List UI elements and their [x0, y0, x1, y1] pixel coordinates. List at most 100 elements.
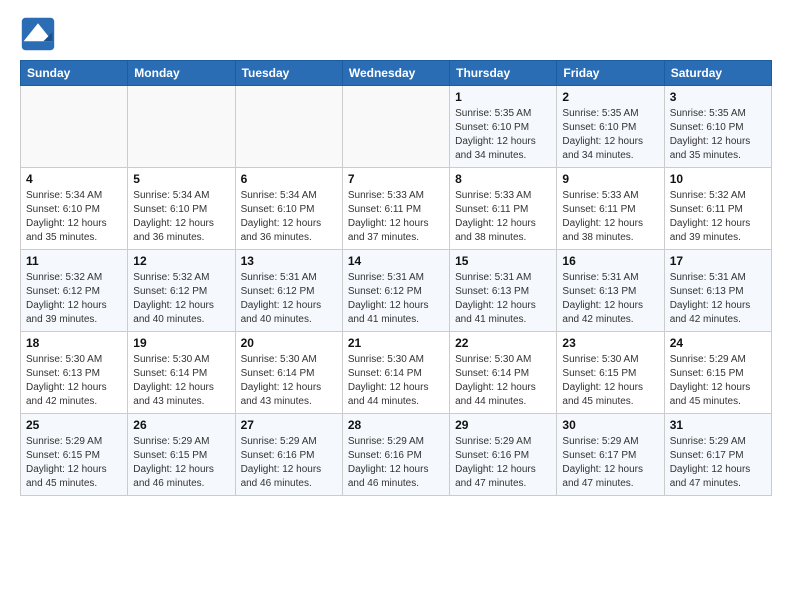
day-number: 18	[26, 336, 122, 350]
day-number: 29	[455, 418, 551, 432]
day-info: Sunrise: 5:30 AM Sunset: 6:14 PM Dayligh…	[133, 353, 229, 409]
day-number: 25	[26, 418, 122, 432]
week-row-4: 18Sunrise: 5:30 AM Sunset: 6:13 PM Dayli…	[21, 332, 772, 414]
day-info: Sunrise: 5:33 AM Sunset: 6:11 PM Dayligh…	[348, 189, 444, 245]
calendar-cell: 3 Sunrise: 5:35 AM Sunset: 6:10 PM Daylig…	[664, 86, 771, 168]
calendar-cell: 2Sunrise: 5:35 AM Sunset: 6:10 PM Daylig…	[557, 86, 664, 168]
day-number: 3	[670, 90, 766, 104]
day-header-saturday: Saturday	[664, 61, 771, 86]
day-number: 24	[670, 336, 766, 350]
day-number: 11	[26, 254, 122, 268]
calendar-cell: 28Sunrise: 5:29 AM Sunset: 6:16 PM Dayli…	[342, 414, 449, 496]
calendar-cell: 7 Sunrise: 5:33 AM Sunset: 6:11 PM Daylig…	[342, 168, 449, 250]
calendar-cell: 24 Sunrise: 5:29 AM Sunset: 6:15 PM Dayli…	[664, 332, 771, 414]
day-number: 30	[562, 418, 658, 432]
day-info: Sunrise: 5:30 AM Sunset: 6:14 PM Dayligh…	[241, 353, 337, 409]
week-row-2: 4 Sunrise: 5:34 AM Sunset: 6:10 PM Daylig…	[21, 168, 772, 250]
calendar-cell: 10 Sunrise: 5:32 AM Sunset: 6:11 PM Dayli…	[664, 168, 771, 250]
day-info: Sunrise: 5:31 AM Sunset: 6:13 PM Dayligh…	[670, 271, 766, 327]
day-info: Sunrise: 5:32 AM Sunset: 6:11 PM Dayligh…	[670, 189, 766, 245]
calendar-cell: 26 Sunrise: 5:29 AM Sunset: 6:15 PM Dayli…	[128, 414, 235, 496]
calendar-cell: 17 Sunrise: 5:31 AM Sunset: 6:13 PM Dayli…	[664, 250, 771, 332]
day-info: Sunrise: 5:29 AM Sunset: 6:17 PM Dayligh…	[562, 435, 658, 491]
day-info: Sunrise: 5:32 AM Sunset: 6:12 PM Dayligh…	[26, 271, 122, 327]
day-number: 28	[348, 418, 444, 432]
day-number: 26	[133, 418, 229, 432]
day-number: 22	[455, 336, 551, 350]
day-info: Sunrise: 5:35 AM Sunset: 6:10 PM Dayligh…	[670, 107, 766, 163]
calendar-cell: 20Sunrise: 5:30 AM Sunset: 6:14 PM Dayli…	[235, 332, 342, 414]
day-info: Sunrise: 5:31 AM Sunset: 6:12 PM Dayligh…	[241, 271, 337, 327]
calendar-cell: 25 Sunrise: 5:29 AM Sunset: 6:15 PM Dayli…	[21, 414, 128, 496]
day-header-sunday: Sunday	[21, 61, 128, 86]
calendar-cell: 12 Sunrise: 5:32 AM Sunset: 6:12 PM Dayli…	[128, 250, 235, 332]
day-number: 6	[241, 172, 337, 186]
calendar-cell: 27 Sunrise: 5:29 AM Sunset: 6:16 PM Dayli…	[235, 414, 342, 496]
calendar: SundayMondayTuesdayWednesdayThursdayFrid…	[20, 60, 772, 496]
day-info: Sunrise: 5:33 AM Sunset: 6:11 PM Dayligh…	[562, 189, 658, 245]
day-info: Sunrise: 5:31 AM Sunset: 6:13 PM Dayligh…	[455, 271, 551, 327]
day-number: 19	[133, 336, 229, 350]
day-header-monday: Monday	[128, 61, 235, 86]
day-info: Sunrise: 5:34 AM Sunset: 6:10 PM Dayligh…	[26, 189, 122, 245]
day-header-wednesday: Wednesday	[342, 61, 449, 86]
calendar-cell	[235, 86, 342, 168]
day-number: 21	[348, 336, 444, 350]
day-info: Sunrise: 5:29 AM Sunset: 6:15 PM Dayligh…	[670, 353, 766, 409]
calendar-cell: 11 Sunrise: 5:32 AM Sunset: 6:12 PM Dayli…	[21, 250, 128, 332]
day-number: 2	[562, 90, 658, 104]
day-info: Sunrise: 5:29 AM Sunset: 6:15 PM Dayligh…	[133, 435, 229, 491]
week-row-1: 1 Sunrise: 5:35 AM Sunset: 6:10 PM Daylig…	[21, 86, 772, 168]
day-number: 4	[26, 172, 122, 186]
day-number: 14	[348, 254, 444, 268]
days-header-row: SundayMondayTuesdayWednesdayThursdayFrid…	[21, 61, 772, 86]
day-info: Sunrise: 5:34 AM Sunset: 6:10 PM Dayligh…	[133, 189, 229, 245]
day-header-friday: Friday	[557, 61, 664, 86]
day-number: 12	[133, 254, 229, 268]
calendar-cell: 9 Sunrise: 5:33 AM Sunset: 6:11 PM Daylig…	[557, 168, 664, 250]
day-number: 31	[670, 418, 766, 432]
day-number: 7	[348, 172, 444, 186]
header	[20, 16, 772, 52]
day-number: 13	[241, 254, 337, 268]
day-info: Sunrise: 5:31 AM Sunset: 6:13 PM Dayligh…	[562, 271, 658, 327]
calendar-cell: 16 Sunrise: 5:31 AM Sunset: 6:13 PM Dayli…	[557, 250, 664, 332]
calendar-cell: 8Sunrise: 5:33 AM Sunset: 6:11 PM Daylig…	[450, 168, 557, 250]
calendar-cell: 29 Sunrise: 5:29 AM Sunset: 6:16 PM Dayli…	[450, 414, 557, 496]
day-info: Sunrise: 5:30 AM Sunset: 6:15 PM Dayligh…	[562, 353, 658, 409]
calendar-cell: 31 Sunrise: 5:29 AM Sunset: 6:17 PM Dayli…	[664, 414, 771, 496]
day-info: Sunrise: 5:31 AM Sunset: 6:12 PM Dayligh…	[348, 271, 444, 327]
calendar-cell: 21Sunrise: 5:30 AM Sunset: 6:14 PM Dayli…	[342, 332, 449, 414]
calendar-cell: 19 Sunrise: 5:30 AM Sunset: 6:14 PM Dayli…	[128, 332, 235, 414]
day-info: Sunrise: 5:35 AM Sunset: 6:10 PM Dayligh…	[455, 107, 551, 163]
day-info: Sunrise: 5:29 AM Sunset: 6:17 PM Dayligh…	[670, 435, 766, 491]
logo	[20, 16, 62, 52]
day-number: 9	[562, 172, 658, 186]
logo-icon	[20, 16, 56, 52]
day-number: 10	[670, 172, 766, 186]
day-header-thursday: Thursday	[450, 61, 557, 86]
calendar-cell: 5 Sunrise: 5:34 AM Sunset: 6:10 PM Daylig…	[128, 168, 235, 250]
day-header-tuesday: Tuesday	[235, 61, 342, 86]
day-number: 16	[562, 254, 658, 268]
calendar-cell: 18Sunrise: 5:30 AM Sunset: 6:13 PM Dayli…	[21, 332, 128, 414]
day-info: Sunrise: 5:29 AM Sunset: 6:16 PM Dayligh…	[241, 435, 337, 491]
day-info: Sunrise: 5:29 AM Sunset: 6:15 PM Dayligh…	[26, 435, 122, 491]
day-info: Sunrise: 5:32 AM Sunset: 6:12 PM Dayligh…	[133, 271, 229, 327]
calendar-cell: 15Sunrise: 5:31 AM Sunset: 6:13 PM Dayli…	[450, 250, 557, 332]
week-row-5: 25 Sunrise: 5:29 AM Sunset: 6:15 PM Dayli…	[21, 414, 772, 496]
day-number: 27	[241, 418, 337, 432]
day-number: 1	[455, 90, 551, 104]
day-number: 23	[562, 336, 658, 350]
day-info: Sunrise: 5:34 AM Sunset: 6:10 PM Dayligh…	[241, 189, 337, 245]
calendar-cell: 22 Sunrise: 5:30 AM Sunset: 6:14 PM Dayli…	[450, 332, 557, 414]
calendar-cell	[21, 86, 128, 168]
day-info: Sunrise: 5:30 AM Sunset: 6:14 PM Dayligh…	[455, 353, 551, 409]
day-info: Sunrise: 5:29 AM Sunset: 6:16 PM Dayligh…	[455, 435, 551, 491]
calendar-cell: 13 Sunrise: 5:31 AM Sunset: 6:12 PM Dayli…	[235, 250, 342, 332]
calendar-cell: 23 Sunrise: 5:30 AM Sunset: 6:15 PM Dayli…	[557, 332, 664, 414]
calendar-cell: 4 Sunrise: 5:34 AM Sunset: 6:10 PM Daylig…	[21, 168, 128, 250]
day-number: 5	[133, 172, 229, 186]
day-number: 17	[670, 254, 766, 268]
calendar-cell: 14 Sunrise: 5:31 AM Sunset: 6:12 PM Dayli…	[342, 250, 449, 332]
